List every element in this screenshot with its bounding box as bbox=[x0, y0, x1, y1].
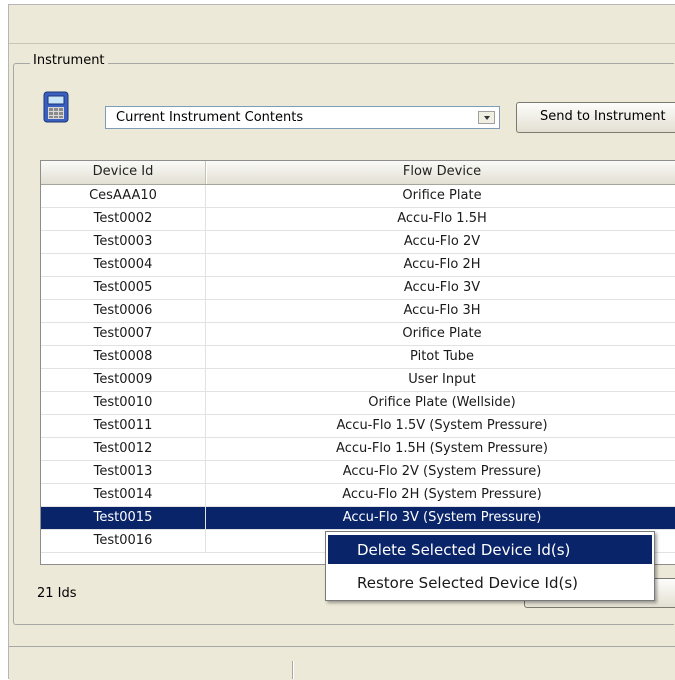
table-row[interactable]: Test0004 Accu-Flo 2H bbox=[41, 254, 675, 277]
device-id-cell: Test0008 bbox=[93, 349, 153, 364]
device-id-cell: Test0005 bbox=[93, 280, 153, 295]
flow-device-cell: Orifice Plate (Wellside) bbox=[368, 395, 516, 410]
flow-device-cell: Accu-Flo 2V (System Pressure) bbox=[342, 464, 542, 479]
table-row[interactable]: Test0013 Accu-Flo 2V (System Pressure) bbox=[41, 461, 675, 484]
flow-device-cell: Accu-Flo 2H (System Pressure) bbox=[342, 487, 542, 502]
device-id-cell: Test0012 bbox=[93, 441, 153, 456]
flow-device-cell: Accu-Flo 1.5H (System Pressure) bbox=[336, 441, 548, 456]
flow-device-cell: Pitot Tube bbox=[410, 349, 474, 364]
table-row[interactable]: Test0006 Accu-Flo 3H bbox=[41, 300, 675, 323]
device-id-cell: Test0013 bbox=[93, 464, 153, 479]
column-header-device-id[interactable]: Device Id bbox=[41, 164, 205, 179]
table-header: Device Id Flow Device bbox=[41, 161, 675, 185]
device-id-cell: Test0014 bbox=[93, 487, 153, 502]
device-id-cell: Test0009 bbox=[93, 372, 153, 387]
table-row[interactable]: Test0005 Accu-Flo 3V bbox=[41, 277, 675, 300]
device-table: Device Id Flow Device CesAAA10 Orifice Pl… bbox=[40, 160, 675, 565]
table-row[interactable]: Test0011 Accu-Flo 1.5V (System Pressure) bbox=[41, 415, 675, 438]
table-row[interactable]: Test0012 Accu-Flo 1.5H (System Pressure) bbox=[41, 438, 675, 461]
delete-selected-device-ids-menu-item[interactable]: Delete Selected Device Id(s) bbox=[328, 535, 652, 564]
table-row[interactable]: Test0008 Pitot Tube bbox=[41, 346, 675, 369]
bottom-divider bbox=[9, 646, 675, 647]
flow-device-cell: Accu-Flo 3H bbox=[403, 303, 481, 318]
device-id-cell: Test0002 bbox=[93, 211, 153, 226]
device-id-cell: Test0004 bbox=[93, 257, 153, 272]
table-row[interactable]: Test0015 Accu-Flo 3V (System Pressure) bbox=[41, 507, 675, 530]
flow-device-cell: Accu-Flo 3V bbox=[403, 280, 481, 295]
flow-device-cell: Accu-Flo 2H bbox=[403, 257, 481, 272]
device-id-count: 21 Ids bbox=[37, 586, 77, 601]
table-body: CesAAA10 Orifice Plate Test0002 Accu-Flo 1.… bbox=[41, 185, 675, 553]
flow-device-cell: Orifice Plate bbox=[402, 188, 482, 203]
device-id-cell: Test0003 bbox=[93, 234, 153, 249]
flow-device-cell: Accu-Flo 1.5V (System Pressure) bbox=[336, 418, 548, 433]
flow-device-cell: Accu-Flo 2V bbox=[403, 234, 481, 249]
table-row[interactable]: Test0009 User Input bbox=[41, 369, 675, 392]
device-id-cell: Test0010 bbox=[93, 395, 153, 410]
table-row[interactable]: Test0003 Accu-Flo 2V bbox=[41, 231, 675, 254]
context-menu: Delete Selected Device Id(s) Restore Sel… bbox=[325, 531, 655, 601]
instrument-group-label: Instrument bbox=[30, 53, 108, 68]
restore-selected-device-ids-menu-item[interactable]: Restore Selected Device Id(s) bbox=[328, 568, 652, 597]
instrument-contents-select[interactable]: Current Instrument Contents bbox=[105, 106, 500, 129]
handheld-instrument-icon bbox=[43, 91, 69, 123]
table-row[interactable]: Test0007 Orifice Plate bbox=[41, 323, 675, 346]
column-header-flow-device[interactable]: Flow Device bbox=[207, 164, 675, 179]
device-id-cell: Test0011 bbox=[93, 418, 153, 433]
device-id-cell: Test0015 bbox=[93, 510, 153, 525]
instrument-contents-value: Current Instrument Contents bbox=[116, 110, 304, 125]
status-bar bbox=[9, 659, 675, 680]
device-id-cell: Test0007 bbox=[93, 326, 153, 341]
table-row[interactable]: Test0010 Orifice Plate (Wellside) bbox=[41, 392, 675, 415]
top-divider bbox=[9, 43, 675, 44]
flow-device-cell: Accu-Flo 3V (System Pressure) bbox=[342, 510, 542, 525]
flow-device-cell: Orifice Plate bbox=[402, 326, 482, 341]
chevron-down-icon[interactable] bbox=[478, 111, 495, 124]
table-row[interactable]: Test0014 Accu-Flo 2H (System Pressure) bbox=[41, 484, 675, 507]
device-id-cell: Test0016 bbox=[93, 533, 153, 548]
device-id-cell: Test0006 bbox=[93, 303, 153, 318]
device-id-cell: CesAAA10 bbox=[89, 188, 157, 203]
flow-device-cell: User Input bbox=[408, 372, 476, 387]
table-row[interactable]: Test0002 Accu-Flo 1.5H bbox=[41, 208, 675, 231]
table-row[interactable]: CesAAA10 Orifice Plate bbox=[41, 185, 675, 208]
flow-device-cell: Accu-Flo 1.5H bbox=[397, 211, 487, 226]
send-to-instrument-button[interactable]: Send to Instrument bbox=[516, 102, 675, 133]
